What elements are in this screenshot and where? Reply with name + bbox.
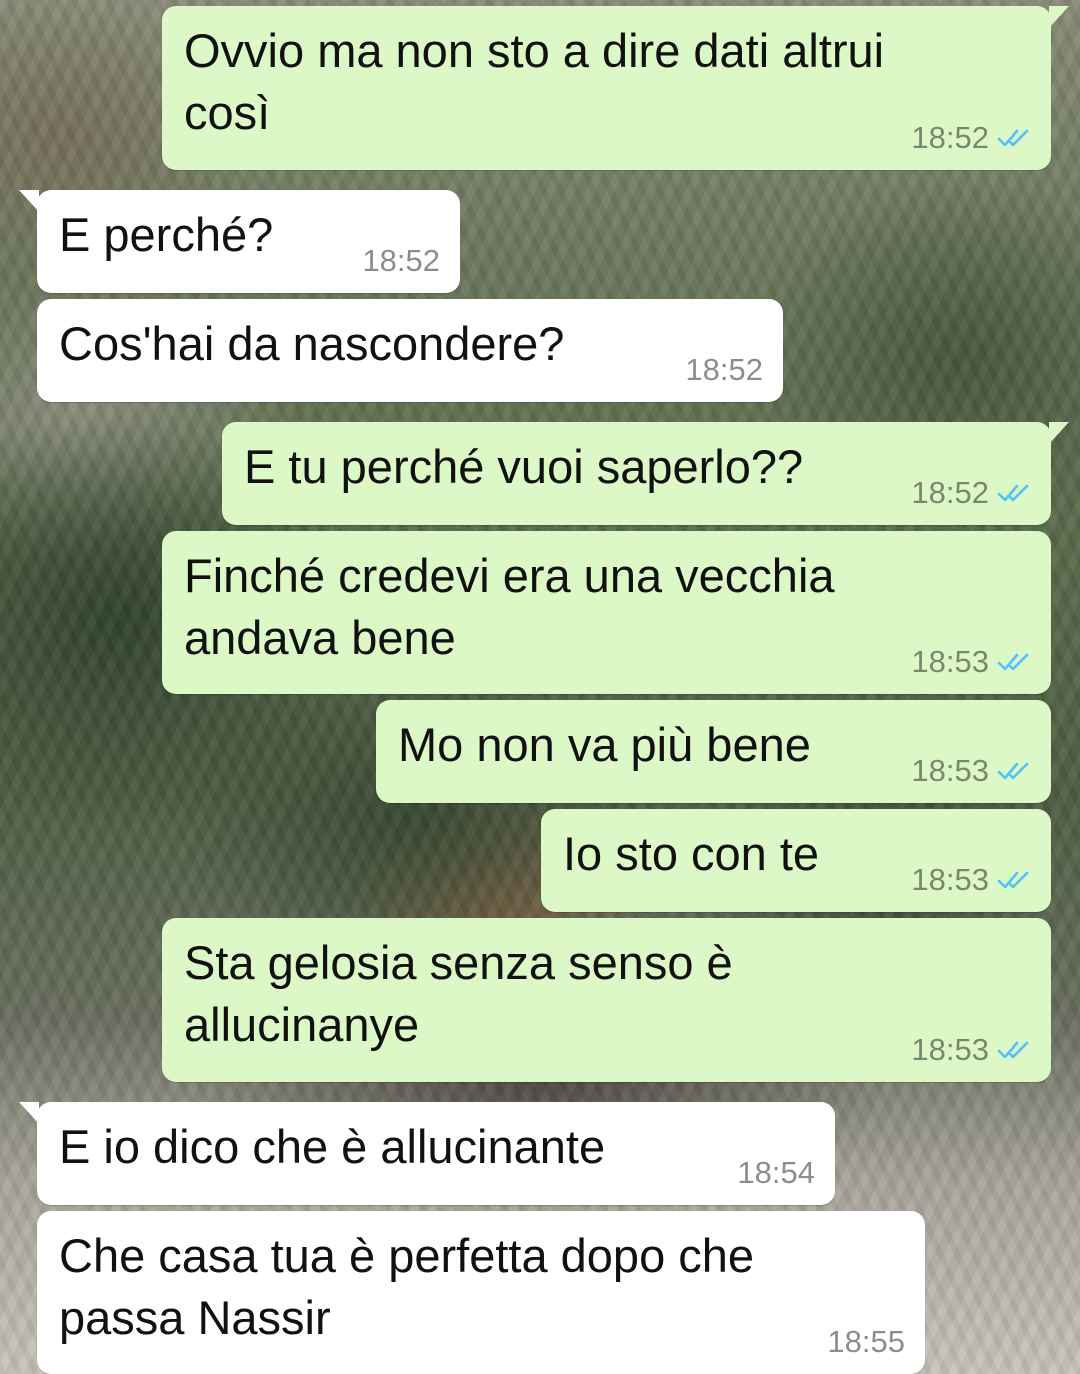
message-time: 18:54 (737, 1155, 815, 1190)
message-text: Finché credevi era una vecchia andava be… (184, 549, 835, 664)
read-double-check-icon (997, 127, 1031, 149)
message-time: 18:52 (911, 120, 989, 155)
outgoing-message[interactable]: Finché credevi era una vecchia andava be… (162, 531, 1051, 694)
incoming-message[interactable]: E perché? 18:52 (19, 190, 460, 293)
message-time: 18:53 (911, 753, 989, 788)
bubble-tail (19, 190, 39, 212)
message-time: 18:52 (362, 243, 440, 278)
incoming-message[interactable]: Che casa tua è perfetta dopo che passa N… (37, 1211, 925, 1374)
outgoing-message[interactable]: E tu perché vuoi saperlo?? 18:52 (222, 422, 1069, 525)
read-double-check-icon (997, 482, 1031, 504)
outgoing-message[interactable]: Sta gelosia senza senso è allucinanye 18… (162, 918, 1051, 1082)
outgoing-message[interactable]: Io sto con te 18:53 (541, 809, 1051, 912)
incoming-message[interactable]: E io dico che è allucinante 18:54 (19, 1102, 835, 1205)
message-time: 18:53 (911, 644, 989, 679)
bubble-tail (19, 1102, 39, 1124)
message-time: 18:52 (685, 352, 763, 387)
incoming-message[interactable]: Cos'hai da nascondere? 18:52 (37, 299, 783, 402)
message-time: 18:52 (911, 475, 989, 510)
bubble-tail (1049, 422, 1069, 444)
outgoing-message[interactable]: Mo non va più bene 18:53 (376, 700, 1051, 803)
message-time: 18:53 (911, 1032, 989, 1067)
read-double-check-icon (997, 1039, 1031, 1061)
read-double-check-icon (997, 651, 1031, 673)
bubble-tail (1049, 6, 1069, 28)
message-text: E io dico che è allucinante (59, 1120, 606, 1173)
message-text: Cos'hai da nascondere? (59, 317, 565, 370)
outgoing-message[interactable]: Ovvio ma non sto a dire dati altrui così… (162, 6, 1069, 170)
read-double-check-icon (997, 760, 1031, 782)
message-text: Che casa tua è perfetta dopo che passa N… (59, 1229, 755, 1344)
message-time: 18:53 (911, 862, 989, 897)
message-text: Ovvio ma non sto a dire dati altrui così (184, 24, 885, 139)
message-text: Sta gelosia senza senso è allucinanye (184, 936, 733, 1051)
message-time: 18:55 (827, 1324, 905, 1359)
read-double-check-icon (997, 869, 1031, 891)
